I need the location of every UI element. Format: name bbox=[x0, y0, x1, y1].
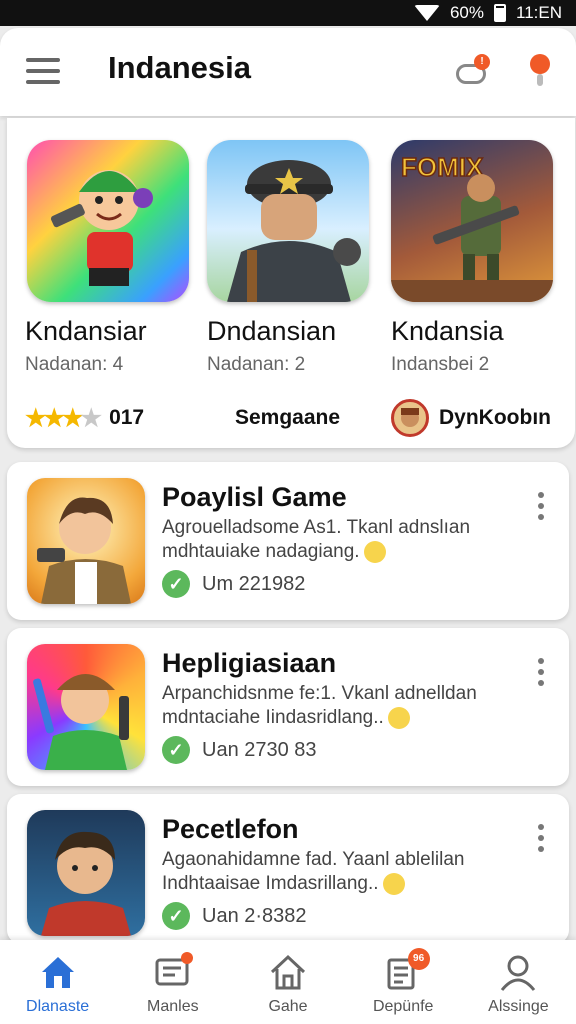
location-pin-icon[interactable] bbox=[530, 54, 550, 88]
app-bar: Indanesia ! bbox=[0, 28, 576, 116]
battery-percent: 60% bbox=[449, 3, 484, 22]
list-item-title: Pecetlefon bbox=[162, 814, 299, 844]
menu-icon[interactable] bbox=[26, 58, 60, 84]
list-item-count: ✓ Uan 2730 83 bbox=[162, 736, 317, 764]
message-icon bbox=[155, 952, 193, 986]
list-item[interactable]: Poaylisl Game Agrouelladsome As1. Tkanl … bbox=[7, 462, 569, 620]
list-item-description: Arpanchidsnme fe:1. Vkanl adnelldan mdnt… bbox=[162, 683, 477, 729]
game-artwork bbox=[207, 140, 369, 302]
nav-label: Alssinge bbox=[488, 998, 549, 1015]
featured-subtitle: Nadanan: 2 bbox=[207, 354, 306, 375]
list-item-title: Hepligiasiaan bbox=[162, 648, 337, 678]
avatar bbox=[391, 399, 429, 437]
emoji-icon bbox=[387, 706, 410, 729]
list-item[interactable]: Pecetlefon Agaonahidamne fad. Yaanl able… bbox=[7, 794, 569, 944]
nav-label: Dlanaste bbox=[26, 998, 90, 1015]
list-item-description: Agaonahidamne fad. Yaanl ablelilan Indht… bbox=[162, 849, 465, 895]
featured-games-panel: Kndansiar Nadanan: 4 ★★★★ 017 Dndansian … bbox=[7, 118, 575, 448]
status-bar: 60% 11:EN bbox=[0, 0, 576, 26]
featured-meta-text: 017 bbox=[109, 406, 145, 429]
nav-badge: 96 bbox=[407, 948, 430, 970]
bottom-navigation: Dlanaste Manles Gahe 96 Depünfe Alssinge bbox=[0, 940, 576, 1024]
notification-button[interactable]: ! bbox=[456, 50, 490, 90]
featured-title: Kndansia bbox=[391, 316, 504, 346]
nav-home[interactable]: Dlanaste bbox=[0, 940, 115, 1024]
battery-icon bbox=[494, 4, 506, 22]
count-text: Um 221982 bbox=[202, 572, 306, 595]
game-artwork bbox=[27, 478, 145, 604]
nav-game[interactable]: Gahe bbox=[230, 940, 345, 1024]
nav-label: Manles bbox=[147, 998, 199, 1015]
nav-label: Gahe bbox=[268, 998, 308, 1015]
game-artwork: FOMIX bbox=[391, 140, 553, 302]
rating-stars-icon: ★★★★ bbox=[25, 404, 102, 432]
featured-meta-text: DynKoobın bbox=[439, 406, 551, 429]
featured-subtitle: Nadanan: 4 bbox=[25, 354, 124, 375]
list-item-title: Poaylisl Game bbox=[162, 482, 347, 512]
nav-label: Depünfe bbox=[372, 998, 434, 1015]
house-outline-icon bbox=[270, 954, 306, 990]
emoji-icon bbox=[382, 872, 405, 895]
nav-messages[interactable]: Manles bbox=[115, 940, 230, 1024]
featured-meta: ★★★★ 017 bbox=[25, 398, 144, 438]
count-text: Uan 2730 83 bbox=[202, 738, 317, 761]
emoji-icon bbox=[363, 540, 386, 563]
more-options-icon[interactable] bbox=[537, 658, 545, 686]
more-options-icon[interactable] bbox=[537, 824, 545, 852]
game-artwork bbox=[27, 140, 189, 302]
clock: 11:EN bbox=[516, 3, 562, 22]
more-options-icon[interactable] bbox=[537, 492, 545, 520]
list-item-description: Agrouelladsome As1. Tkanl adnslıan mdhta… bbox=[162, 517, 471, 563]
check-icon: ✓ bbox=[162, 902, 190, 930]
featured-meta-text: Semgaane bbox=[235, 406, 341, 429]
game-artwork bbox=[27, 810, 145, 936]
nav-deposit[interactable]: 96 Depünfe bbox=[346, 940, 461, 1024]
featured-title: Kndansiar bbox=[25, 316, 147, 346]
list-item-count: ✓ Um 221982 bbox=[162, 570, 305, 598]
nav-settings[interactable]: Alssinge bbox=[461, 940, 576, 1024]
featured-meta: Semgaane bbox=[235, 398, 340, 438]
check-icon: ✓ bbox=[162, 570, 190, 598]
home-icon bbox=[41, 957, 74, 988]
page-title: Indanesia bbox=[108, 50, 251, 85]
list-item[interactable]: Hepligiasiaan Arpanchidsnme fe:1. Vkanl … bbox=[7, 628, 569, 786]
check-icon: ✓ bbox=[162, 736, 190, 764]
wifi-icon bbox=[413, 5, 440, 21]
featured-subtitle: Indansbei 2 bbox=[391, 354, 490, 375]
list-item-count: ✓ Uan 2·8382 bbox=[162, 902, 307, 930]
game-logo-text: FOMIX bbox=[401, 152, 484, 182]
game-artwork bbox=[27, 644, 145, 770]
featured-meta: DynKoobın bbox=[391, 398, 551, 438]
person-icon bbox=[501, 955, 536, 991]
featured-title: Dndansian bbox=[207, 316, 337, 346]
notification-badge: ! bbox=[474, 54, 490, 70]
count-text: Uan 2·8382 bbox=[202, 904, 307, 927]
